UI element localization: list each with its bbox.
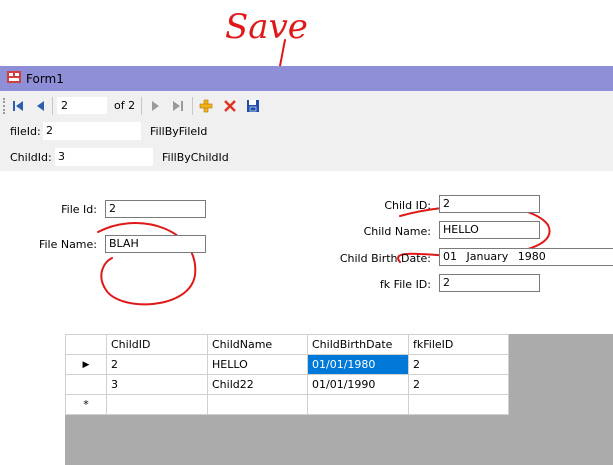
fill-by-child-id-button[interactable]: FillByChildId [162, 151, 229, 164]
move-previous-icon[interactable] [33, 98, 49, 114]
column-header-fkfileid[interactable]: fkFileID [408, 334, 509, 355]
table-row[interactable]: 3 Child22 01/01/1990 2 [65, 374, 509, 395]
current-row-indicator[interactable]: ▶ [65, 354, 107, 375]
grid-cell[interactable]: 2 [408, 354, 509, 375]
grid-cell[interactable]: 3 [106, 374, 208, 395]
save-icon[interactable] [245, 98, 261, 114]
file-id-strip-input[interactable]: 2 [43, 122, 141, 140]
grid-cell-selected[interactable]: 01/01/1980 [307, 354, 409, 375]
position-input[interactable]: 2 [57, 97, 107, 114]
child-id-strip-input[interactable]: 3 [55, 148, 153, 166]
file-id-strip-label: fileId: [10, 125, 41, 138]
title-bar [0, 66, 613, 91]
grid-cell[interactable] [408, 394, 509, 415]
column-header-childname[interactable]: ChildName [207, 334, 308, 355]
column-header-childid[interactable]: ChildID [106, 334, 208, 355]
fk-file-id-label: fk File ID: [379, 278, 431, 291]
grid-cell[interactable]: 2 [106, 354, 208, 375]
grid-header-row: ChildID ChildName ChildBirthDate fkFileI… [65, 334, 509, 355]
new-row[interactable]: * [65, 394, 509, 415]
grid-corner-cell[interactable] [65, 334, 107, 355]
birth-year[interactable]: 1980 [518, 250, 546, 263]
grid-cell[interactable] [307, 394, 409, 415]
grid-cell[interactable]: 2 [408, 374, 509, 395]
fill-by-file-id-button[interactable]: FillByFileId [150, 125, 207, 138]
add-new-icon[interactable] [198, 98, 214, 114]
child-birth-date-label: Child Birth Date: [339, 252, 431, 265]
table-row[interactable]: ▶ 2 HELLO 01/01/1980 2 [65, 354, 509, 375]
separator [192, 97, 193, 115]
child-name-field[interactable]: HELLO [439, 221, 540, 239]
grid-cell[interactable] [106, 394, 208, 415]
move-next-icon[interactable] [147, 98, 163, 114]
row-header[interactable] [65, 374, 107, 395]
file-id-field[interactable]: 2 [105, 200, 206, 218]
child-id-field[interactable]: 2 [439, 195, 540, 213]
file-id-label: File Id: [61, 203, 97, 216]
birth-day[interactable]: 01 [443, 250, 457, 263]
count-label: of 2 [114, 99, 136, 112]
grid-cell[interactable] [207, 394, 308, 415]
file-name-field[interactable]: BLAH [105, 235, 206, 253]
app-icon [7, 71, 21, 83]
fk-file-id-field[interactable]: 2 [439, 274, 540, 292]
file-name-label: File Name: [38, 238, 97, 251]
child-birth-date-picker[interactable]: 01 January 1980 [439, 248, 613, 266]
grip-icon [3, 98, 8, 114]
child-name-label: Child Name: [363, 225, 431, 238]
separator [141, 97, 142, 115]
child-id-label: Child ID: [384, 199, 431, 212]
move-first-icon[interactable] [10, 98, 26, 114]
separator [52, 97, 53, 115]
grid-cell[interactable]: Child22 [207, 374, 308, 395]
birth-month[interactable]: January [467, 250, 509, 263]
grid-cell[interactable]: 01/01/1990 [307, 374, 409, 395]
window-title: Form1 [26, 72, 64, 86]
save-annotation: Save [225, 7, 308, 47]
new-row-indicator[interactable]: * [65, 394, 107, 415]
child-id-strip-label: ChildId: [10, 151, 52, 164]
grid-cell[interactable]: HELLO [207, 354, 308, 375]
move-last-icon[interactable] [170, 98, 186, 114]
grid-table: ChildID ChildName ChildBirthDate fkFileI… [65, 334, 509, 415]
column-header-childbirthdate[interactable]: ChildBirthDate [307, 334, 409, 355]
delete-icon[interactable] [222, 98, 238, 114]
